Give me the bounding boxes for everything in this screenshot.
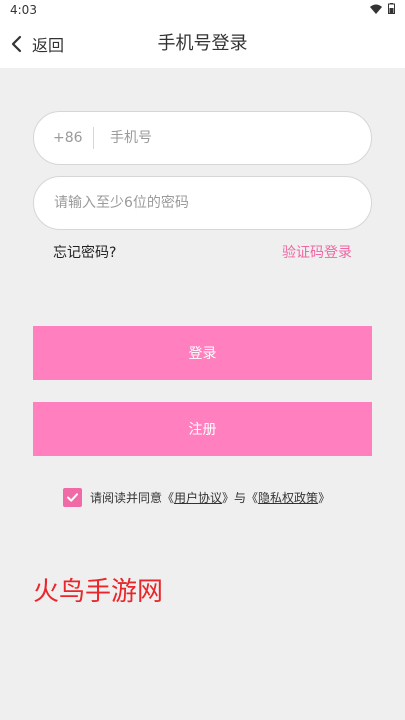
- nav-bar: 返回 手机号登录: [0, 20, 405, 68]
- field-divider: [93, 127, 94, 149]
- status-icons: [370, 3, 395, 14]
- watermark: 火鸟手游网: [33, 577, 164, 607]
- sms-login-link[interactable]: 验证码登录: [282, 242, 352, 262]
- login-button[interactable]: 登录: [33, 326, 372, 380]
- privacy-policy-link[interactable]: 隐私权政策: [258, 489, 318, 506]
- wifi-icon: [370, 4, 382, 14]
- phone-input[interactable]: [110, 112, 350, 164]
- status-bar: 4:03: [0, 0, 405, 20]
- password-input[interactable]: [54, 177, 354, 229]
- agreement-row: 请阅读并同意《 用户协议 》与《 隐私权政策 》: [63, 487, 330, 507]
- phone-field: +86: [33, 111, 372, 165]
- status-time: 4:03: [10, 3, 37, 17]
- checkmark-icon: [67, 492, 78, 502]
- user-agreement-link[interactable]: 用户协议: [174, 489, 222, 506]
- battery-icon: [388, 3, 395, 14]
- register-button[interactable]: 注册: [33, 402, 372, 456]
- agreement-checkbox[interactable]: [63, 487, 82, 507]
- country-code[interactable]: +86: [53, 112, 83, 164]
- agreement-text-before: 请阅读并同意《: [90, 490, 175, 505]
- page-title: 手机号登录: [157, 33, 248, 54]
- agreement-text-middle: 》与《: [222, 490, 259, 505]
- forgot-password-link[interactable]: 忘记密码?: [53, 242, 116, 262]
- agreement-text-after: 》: [318, 490, 331, 505]
- password-field: [33, 176, 372, 230]
